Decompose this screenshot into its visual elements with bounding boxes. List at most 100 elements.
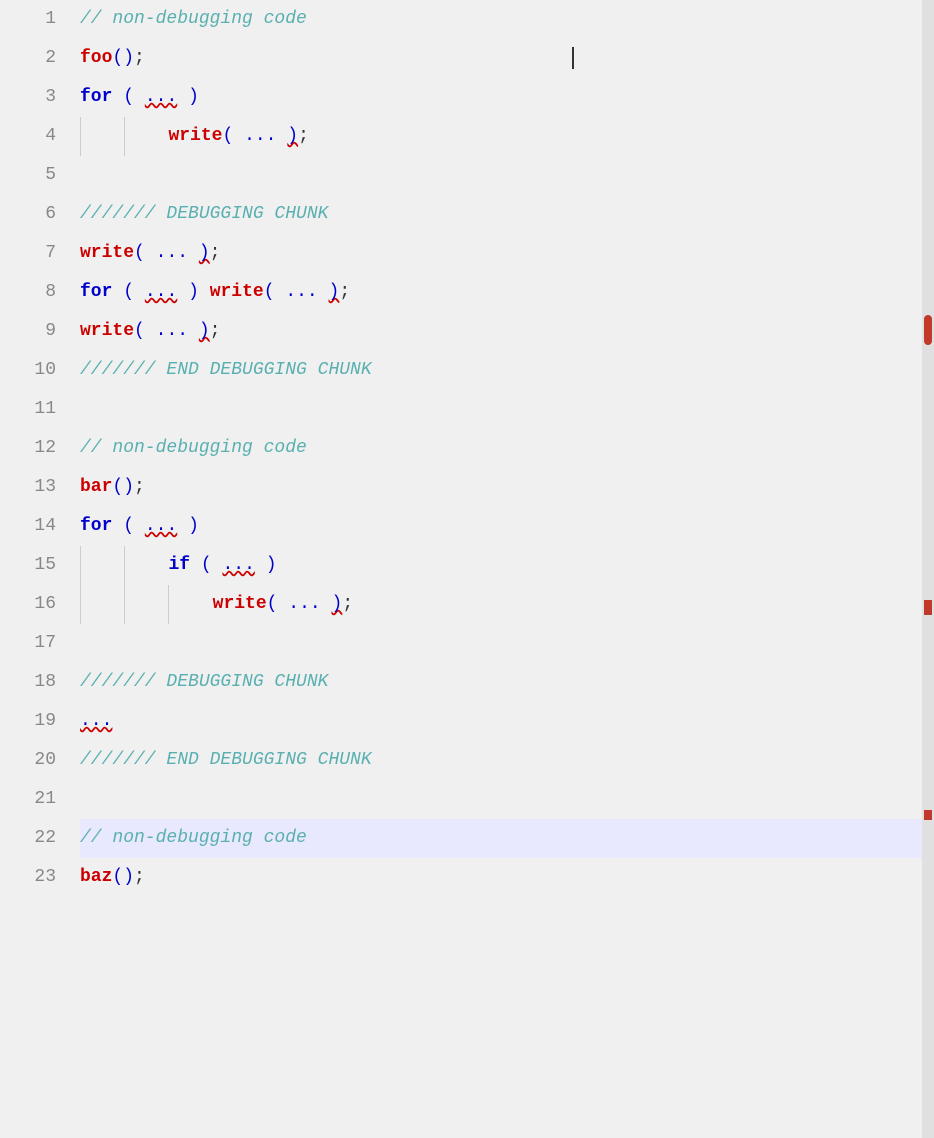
line-number-7: 7	[0, 234, 56, 273]
code-line-6: /////// DEBUGGING CHUNK	[80, 195, 922, 234]
plain-token	[188, 234, 199, 273]
code-line-8: for ( ... ) write( ... );	[80, 273, 922, 312]
code-line-5	[80, 156, 922, 195]
paren-token: )	[188, 507, 199, 546]
line-number-10: 10	[0, 351, 56, 390]
code-line-17	[80, 624, 922, 663]
code-line-3: for ( ... )	[80, 78, 922, 117]
line-number-23: 23	[0, 858, 56, 897]
indent-guide	[80, 546, 124, 585]
scrollbar-thumb[interactable]	[924, 315, 932, 345]
keyword-token: for	[80, 507, 112, 546]
code-line-11	[80, 390, 922, 429]
keyword-token: for	[80, 78, 112, 117]
line-number-2: 2	[0, 39, 56, 78]
line-number-17: 17	[0, 624, 56, 663]
code-line-2: foo();	[80, 39, 922, 78]
semicolon-token: ;	[210, 234, 221, 273]
paren-token: (	[222, 117, 233, 156]
function-token: write	[210, 273, 264, 312]
comment-token: // non-debugging code	[80, 819, 307, 858]
plain-token	[321, 585, 332, 624]
semicolon-token: ;	[342, 585, 353, 624]
code-line-10: /////// END DEBUGGING CHUNK	[80, 351, 922, 390]
plain-token	[177, 78, 188, 117]
line-gutter: 1234567891011121314151617181920212223	[0, 0, 72, 1138]
keyword-token: for	[80, 273, 112, 312]
function-token: baz	[80, 858, 112, 897]
plain-token	[145, 234, 156, 273]
plain-token	[318, 273, 329, 312]
plain-token	[145, 312, 156, 351]
dots-squiggle-token: ...	[222, 546, 254, 585]
code-line-12: // non-debugging code	[80, 429, 922, 468]
paren-token: )	[188, 273, 199, 312]
dots-squiggle-token: ...	[80, 702, 112, 741]
line-number-14: 14	[0, 507, 56, 546]
dots-token: ...	[288, 585, 320, 624]
line-number-13: 13	[0, 468, 56, 507]
plain-token	[134, 78, 145, 117]
plain-token	[276, 117, 287, 156]
debug-marker-token: /////// DEBUGGING CHUNK	[80, 663, 328, 702]
plain-token	[134, 273, 145, 312]
line-number-9: 9	[0, 312, 56, 351]
semicolon-token: ;	[134, 39, 145, 78]
plain-token	[255, 546, 266, 585]
paren-squiggle-token: )	[332, 585, 343, 624]
line-number-1: 1	[0, 0, 56, 39]
code-line-15: if ( ... )	[80, 546, 922, 585]
debug-marker-token: /////// END DEBUGGING CHUNK	[80, 741, 372, 780]
code-line-7: write( ... );	[80, 234, 922, 273]
plain-token	[188, 312, 199, 351]
comment-token: // non-debugging code	[80, 0, 307, 39]
paren-token: (	[264, 273, 275, 312]
plain-token	[199, 273, 210, 312]
plain-token	[212, 546, 223, 585]
line-number-8: 8	[0, 273, 56, 312]
code-line-16: write( ... );	[80, 585, 922, 624]
semicolon-token: ;	[134, 858, 145, 897]
semicolon-token: ;	[134, 468, 145, 507]
keyword-token: if	[168, 546, 190, 585]
plain-token	[190, 546, 201, 585]
dots-token: ...	[285, 273, 317, 312]
paren-token: (	[123, 507, 134, 546]
line-number-18: 18	[0, 663, 56, 702]
indent-guide	[124, 117, 168, 156]
line-number-12: 12	[0, 429, 56, 468]
semicolon-token: ;	[210, 312, 221, 351]
paren-token: (	[201, 546, 212, 585]
paren-squiggle-token: )	[329, 273, 340, 312]
scrollbar-marker-1	[924, 600, 932, 615]
plain-token	[177, 507, 188, 546]
code-line-20: /////// END DEBUGGING CHUNK	[80, 741, 922, 780]
code-line-21	[80, 780, 922, 819]
dots-token: ...	[156, 312, 188, 351]
plain-token	[275, 273, 286, 312]
paren-token: )	[188, 78, 199, 117]
code-line-22: // non-debugging code	[80, 819, 922, 858]
paren-token: ()	[112, 468, 134, 507]
function-token: write	[213, 585, 267, 624]
line-number-21: 21	[0, 780, 56, 819]
paren-token: (	[123, 273, 134, 312]
indent-guide	[168, 585, 212, 624]
dots-token: ...	[156, 234, 188, 273]
editor: 1234567891011121314151617181920212223 //…	[0, 0, 934, 1138]
semicolon-token: ;	[298, 117, 309, 156]
scrollbar-track[interactable]	[922, 0, 934, 1138]
code-line-19: ...	[80, 702, 922, 741]
function-token: write	[80, 234, 134, 273]
semicolon-token: ;	[339, 273, 350, 312]
code-line-18: /////// DEBUGGING CHUNK	[80, 663, 922, 702]
plain-token	[112, 78, 123, 117]
plain-token	[112, 273, 123, 312]
dots-squiggle-token: ...	[145, 507, 177, 546]
debug-marker-token: /////// DEBUGGING CHUNK	[80, 195, 328, 234]
code-line-14: for ( ... )	[80, 507, 922, 546]
line-number-16: 16	[0, 585, 56, 624]
code-area[interactable]: // non-debugging codefoo();for ( ... ) w…	[72, 0, 922, 1138]
dots-token: ...	[244, 117, 276, 156]
function-token: write	[80, 312, 134, 351]
